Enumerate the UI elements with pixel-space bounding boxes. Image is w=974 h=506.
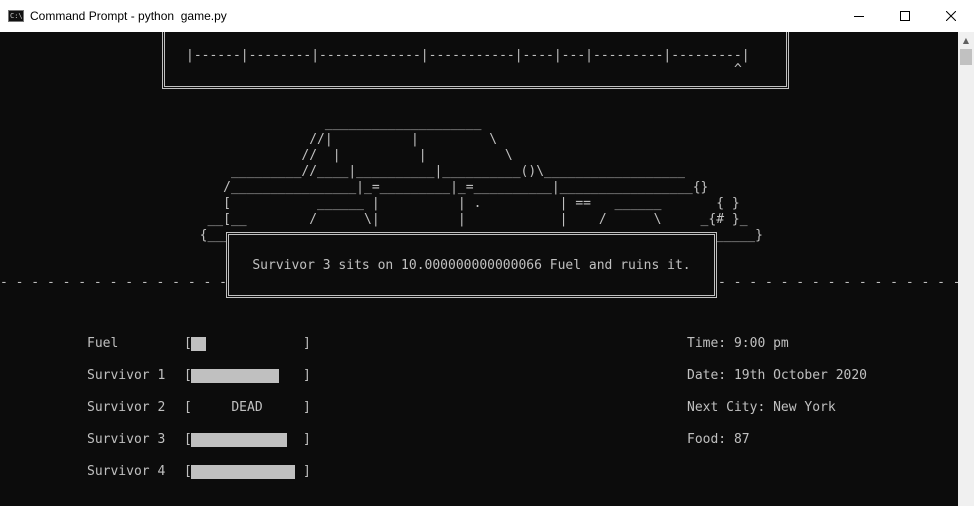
road-line-left: - - - - - - - - - - - - - - - - - - - - … bbox=[0, 275, 227, 290]
message-box: Survivor 3 sits on 10.000000000000066 Fu… bbox=[226, 232, 717, 298]
car-ascii-art: ____________________ //| | \ // | | \ __… bbox=[199, 116, 748, 243]
time-info: Time: 9:00 pm bbox=[687, 336, 789, 351]
stat-row-survivor-4: Survivor 4 [ ] bbox=[87, 464, 311, 482]
fuel-bar-fill bbox=[191, 337, 206, 351]
console-output: |------|--------|-------------|---------… bbox=[0, 32, 958, 506]
survivor-2-dead-status: DEAD bbox=[231, 400, 263, 415]
minimize-icon bbox=[854, 16, 864, 17]
survivor-4-health-bar bbox=[191, 465, 295, 479]
stat-label: Survivor 1 bbox=[87, 368, 166, 383]
next-city-info: Next City: New York bbox=[687, 400, 836, 415]
scrollbar-thumb[interactable] bbox=[960, 49, 972, 65]
stat-row-survivor-2: Survivor 2 [ DEAD ] bbox=[87, 400, 311, 418]
stat-label: Fuel bbox=[87, 336, 119, 351]
bar-bracket-close: ] bbox=[303, 368, 311, 383]
event-message: Survivor 3 sits on 10.000000000000066 Fu… bbox=[252, 257, 691, 273]
bar-bracket-close: ] bbox=[303, 336, 311, 351]
window-title: Command Prompt - python game.py bbox=[30, 9, 227, 23]
stat-row-survivor-3: Survivor 3 [ ] bbox=[87, 432, 311, 450]
route-position-marker: ^ bbox=[734, 62, 742, 77]
road-line-right: - - - - - - - - - - - - - - - - - - - - … bbox=[718, 275, 958, 290]
scroll-up-arrow-icon[interactable]: ▲ bbox=[958, 32, 974, 49]
close-icon bbox=[946, 11, 956, 21]
bar-bracket-close: ] bbox=[303, 400, 311, 415]
car-ascii-right-end: _____} bbox=[716, 228, 763, 243]
survivor-1-health-bar bbox=[191, 369, 279, 383]
stat-label: Survivor 4 bbox=[87, 464, 166, 479]
minimize-button[interactable] bbox=[836, 0, 882, 32]
vertical-scrollbar[interactable]: ▲ bbox=[958, 32, 974, 506]
bar-bracket-close: ] bbox=[303, 464, 311, 479]
maximize-button[interactable] bbox=[882, 0, 928, 32]
survivor-3-health-bar bbox=[191, 433, 287, 447]
route-map-road: |------|--------|-------------|---------… bbox=[186, 48, 750, 63]
close-button[interactable] bbox=[928, 0, 974, 32]
command-prompt-icon[interactable]: C:\ bbox=[8, 10, 24, 22]
stat-label: Survivor 2 bbox=[87, 400, 166, 415]
title-bar: C:\ Command Prompt - python game.py bbox=[0, 0, 974, 33]
maximize-icon bbox=[900, 11, 910, 21]
date-info: Date: 19th October 2020 bbox=[687, 368, 868, 383]
bar-bracket-close: ] bbox=[303, 432, 311, 447]
window-controls bbox=[836, 0, 974, 32]
stat-row-fuel: Fuel [ ] bbox=[87, 336, 311, 354]
food-info: Food: 87 bbox=[687, 432, 750, 447]
stat-row-survivor-1: Survivor 1 [ ] bbox=[87, 368, 311, 386]
stat-label: Survivor 3 bbox=[87, 432, 166, 447]
